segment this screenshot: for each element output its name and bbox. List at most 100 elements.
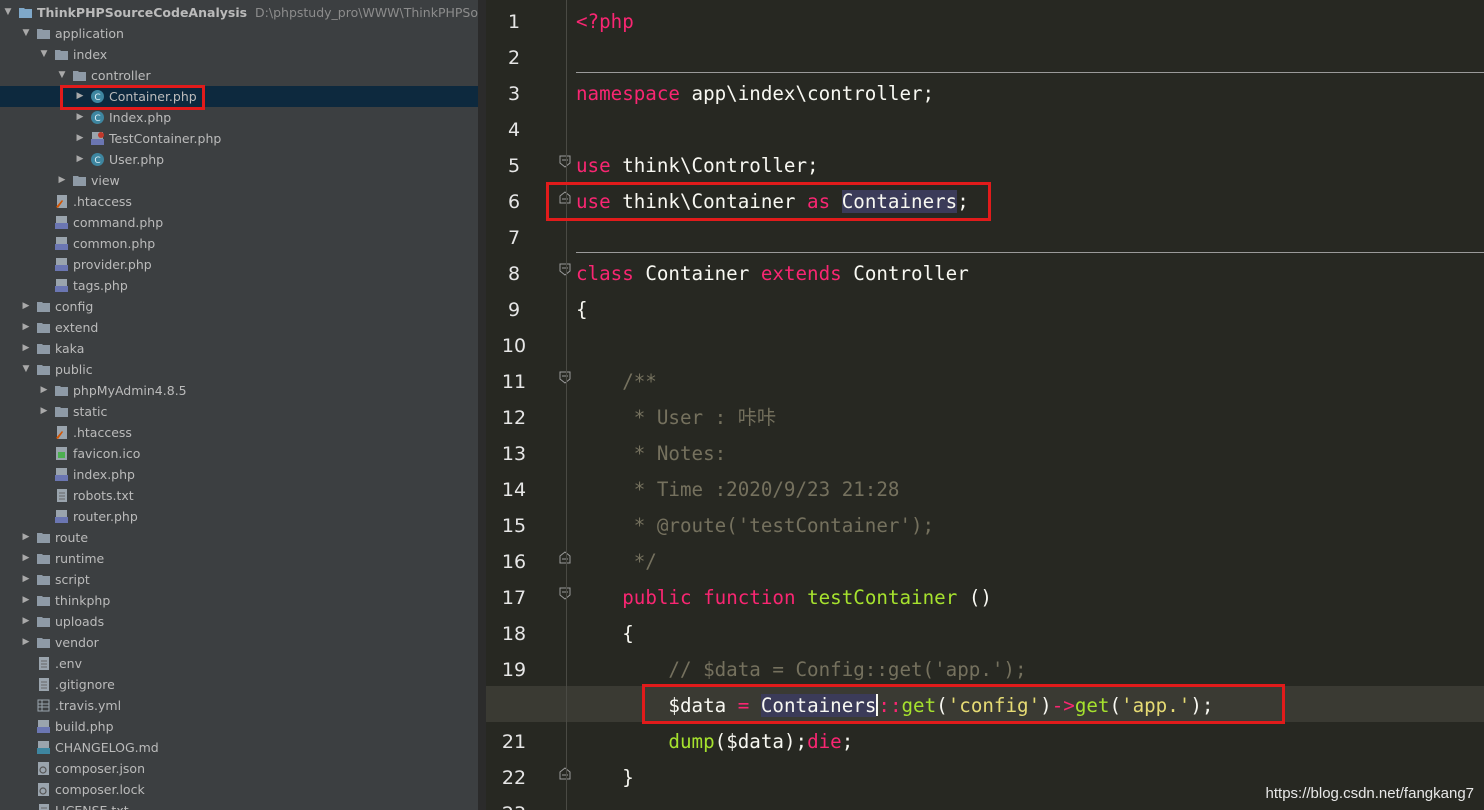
tree-item[interactable]: command.php (0, 212, 478, 233)
method-separator (576, 252, 1484, 253)
tree-item[interactable]: router.php (0, 506, 478, 527)
tree-item[interactable]: .htaccess (0, 191, 478, 212)
panel-splitter[interactable] (478, 0, 486, 810)
tree-row-project[interactable]: ▼ ThinkPHPSourceCodeAnalysis D:\phpstudy_p… (0, 2, 478, 23)
tree-item-label: tags.php (73, 278, 128, 293)
line-number: 23 (486, 794, 542, 810)
chevron-right-icon[interactable]: ▶ (20, 569, 32, 590)
tree-item-label: build.php (55, 719, 114, 734)
folder-icon (55, 407, 68, 417)
text-file-icon (57, 489, 67, 502)
chevron-right-icon[interactable]: ▶ (20, 632, 32, 653)
code-line-15[interactable]: * @route('testContainer'); (486, 506, 1484, 542)
code-line-12[interactable]: * User : 咔咔 (486, 398, 1484, 434)
keyword-die: die (807, 730, 842, 753)
code-line-16[interactable]: */ (486, 542, 1484, 578)
tree-item[interactable]: build.php (0, 716, 478, 737)
chevron-right-icon[interactable]: ▶ (74, 107, 86, 128)
tree-item[interactable]: ▶ uploads (0, 611, 478, 632)
tree-item[interactable]: ▶ vendor (0, 632, 478, 653)
chevron-right-icon[interactable]: ▶ (20, 527, 32, 548)
tree-item-label: view (91, 173, 120, 188)
chevron-down-icon[interactable]: ▼ (20, 23, 32, 44)
fold-marker-icon[interactable] (559, 263, 571, 276)
chevron-right-icon[interactable]: ▶ (56, 170, 68, 191)
code-line-3[interactable]: namespace app\index\controller; (486, 74, 1484, 110)
fold-marker-icon[interactable] (559, 371, 571, 384)
code-line-9[interactable]: { (486, 290, 1484, 326)
tree-item[interactable]: common.php (0, 233, 478, 254)
code-line-21[interactable]: dump($data);die; (486, 722, 1484, 758)
code-line-17[interactable]: public function testContainer () (486, 578, 1484, 614)
chevron-down-icon[interactable]: ▼ (38, 44, 50, 65)
tree-item[interactable]: ▶ route (0, 527, 478, 548)
chevron-right-icon[interactable]: ▶ (20, 338, 32, 359)
tree-item[interactable]: tags.php (0, 275, 478, 296)
parent-class: Controller (841, 262, 969, 285)
chevron-right-icon[interactable]: ▶ (20, 548, 32, 569)
chevron-right-icon[interactable]: ▶ (20, 317, 32, 338)
chevron-right-icon[interactable]: ▶ (74, 128, 86, 149)
tree-item[interactable]: ▼ application (0, 23, 478, 44)
code-line-1[interactable]: <?php (486, 2, 1484, 38)
tree-item-label: robots.txt (73, 488, 134, 503)
tree-item[interactable]: LICENSE.txt (0, 800, 478, 810)
code-line-8[interactable]: class Container extends Controller (486, 254, 1484, 290)
tree-item[interactable]: ▶ C User.php (0, 149, 478, 170)
code-line-18[interactable]: { (486, 614, 1484, 650)
chevron-down-icon[interactable]: ▼ (20, 359, 32, 380)
fold-marker-icon[interactable] (559, 587, 571, 600)
code-line-13[interactable]: * Notes: (486, 434, 1484, 470)
tree-item[interactable]: ▶ TestContainer.php (0, 128, 478, 149)
tree-item[interactable]: composer.json (0, 758, 478, 779)
tree-item[interactable]: ▶ runtime (0, 548, 478, 569)
code-line-5[interactable]: use think\Controller; (486, 146, 1484, 182)
tree-item[interactable]: .gitignore (0, 674, 478, 695)
tree-item[interactable]: .travis.yml (0, 695, 478, 716)
tree-item[interactable]: ▶ C Index.php (0, 107, 478, 128)
htaccess-file-icon (56, 426, 67, 439)
code-editor[interactable]: 1234567891011121314151617181920212223 <?… (486, 0, 1484, 810)
tree-item[interactable]: ▶ static (0, 401, 478, 422)
chevron-down-icon[interactable]: ▼ (56, 65, 68, 86)
chevron-right-icon[interactable]: ▶ (38, 401, 50, 422)
fold-marker-icon[interactable] (559, 767, 571, 780)
chevron-down-icon[interactable]: ▼ (2, 2, 14, 23)
chevron-right-icon[interactable]: ▶ (20, 296, 32, 317)
keyword: class (576, 262, 634, 285)
tree-item[interactable]: provider.php (0, 254, 478, 275)
fold-marker-icon[interactable] (559, 551, 571, 564)
folder-icon (73, 71, 86, 81)
tree-item[interactable]: ▼ controller (0, 65, 478, 86)
chevron-right-icon[interactable]: ▶ (20, 611, 32, 632)
keyword: use (576, 154, 611, 177)
tree-item[interactable]: ▶ phpMyAdmin4.8.5 (0, 380, 478, 401)
function-name: testContainer (807, 586, 958, 609)
tree-item[interactable]: .env (0, 653, 478, 674)
tree-item[interactable]: favicon.ico (0, 443, 478, 464)
chevron-right-icon[interactable]: ▶ (74, 149, 86, 170)
tree-item[interactable]: ▶ extend (0, 317, 478, 338)
tree-item[interactable]: robots.txt (0, 485, 478, 506)
code-line-11[interactable]: /** (486, 362, 1484, 398)
code-line-14[interactable]: * Time :2020/9/23 21:28 (486, 470, 1484, 506)
keyword-public: public (622, 586, 692, 609)
tree-item[interactable]: .htaccess (0, 422, 478, 443)
tree-item[interactable]: ▼ public (0, 359, 478, 380)
tree-item[interactable]: ▶ config (0, 296, 478, 317)
tree-item[interactable]: ▶ script (0, 569, 478, 590)
tree-item[interactable]: ▶ view (0, 170, 478, 191)
project-path: D:\phpstudy_pro\WWW\ThinkPHPSourceCo (255, 5, 478, 20)
chevron-right-icon[interactable]: ▶ (38, 380, 50, 401)
tree-item[interactable]: ▶ kaka (0, 338, 478, 359)
tree-item[interactable]: ▼ index (0, 44, 478, 65)
tree-item[interactable]: composer.lock (0, 779, 478, 800)
tree-item[interactable]: index.php (0, 464, 478, 485)
php-file-icon (55, 216, 68, 229)
fold-marker-icon[interactable] (559, 155, 571, 168)
text-file-icon (39, 804, 49, 810)
tree-item[interactable]: ▶ thinkphp (0, 590, 478, 611)
chevron-right-icon[interactable]: ▶ (20, 590, 32, 611)
code-line-19[interactable]: // $data = Config::get('app.'); (486, 650, 1484, 686)
tree-item[interactable]: CHANGELOG.md (0, 737, 478, 758)
